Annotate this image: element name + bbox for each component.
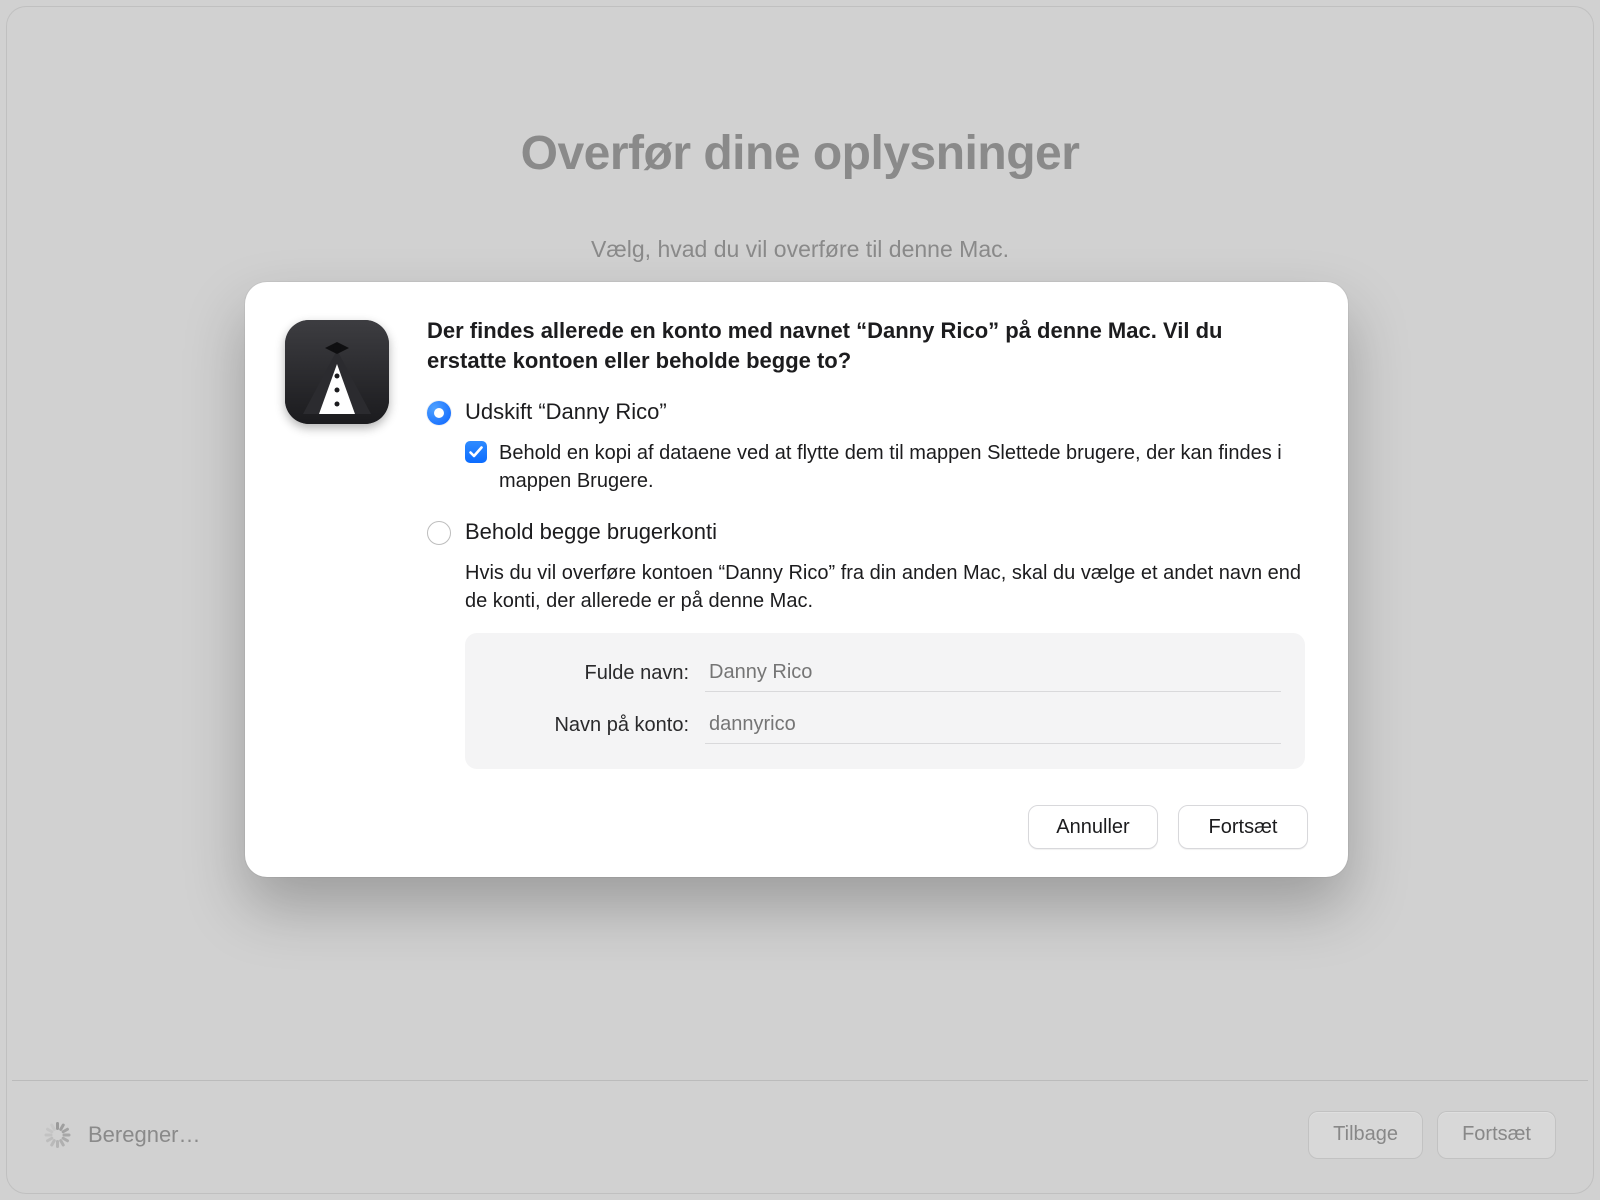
continue-button[interactable]: Fortsæt bbox=[1437, 1111, 1556, 1159]
radio-keep-both-label: Behold begge brugerkonti bbox=[465, 519, 717, 545]
checkbox-keep-copy-label: Behold en kopi af dataene ved at flytte … bbox=[499, 439, 1285, 495]
account-name-panel: Fulde navn: Navn på konto: bbox=[465, 633, 1305, 769]
keep-both-description: Hvis du vil overføre kontoen “Danny Rico… bbox=[465, 559, 1305, 615]
status-text: Beregner… bbox=[88, 1122, 201, 1148]
full-name-label: Fulde navn: bbox=[489, 662, 689, 685]
back-button[interactable]: Tilbage bbox=[1308, 1111, 1423, 1159]
page-subtitle: Vælg, hvad du vil overføre til denne Mac… bbox=[6, 236, 1594, 263]
spinner-icon bbox=[44, 1122, 70, 1148]
radio-replace[interactable] bbox=[427, 401, 451, 425]
cancel-button[interactable]: Annuller bbox=[1028, 805, 1158, 849]
account-conflict-dialog: Der findes allerede en konto med navnet … bbox=[245, 282, 1348, 877]
full-name-field[interactable] bbox=[705, 654, 1281, 692]
footer: Beregner… Tilbage Fortsæt bbox=[12, 1080, 1588, 1188]
page-title: Overfør dine oplysninger bbox=[6, 126, 1594, 181]
account-name-field[interactable] bbox=[705, 706, 1281, 744]
setup-assistant-icon bbox=[285, 320, 389, 424]
dialog-continue-button[interactable]: Fortsæt bbox=[1178, 805, 1308, 849]
checkbox-keep-copy[interactable] bbox=[465, 441, 487, 463]
account-name-label: Navn på konto: bbox=[489, 714, 689, 737]
dialog-title: Der findes allerede en konto med navnet … bbox=[427, 316, 1297, 375]
radio-keep-both[interactable] bbox=[427, 521, 451, 545]
radio-replace-label: Udskift “Danny Rico” bbox=[465, 399, 667, 425]
